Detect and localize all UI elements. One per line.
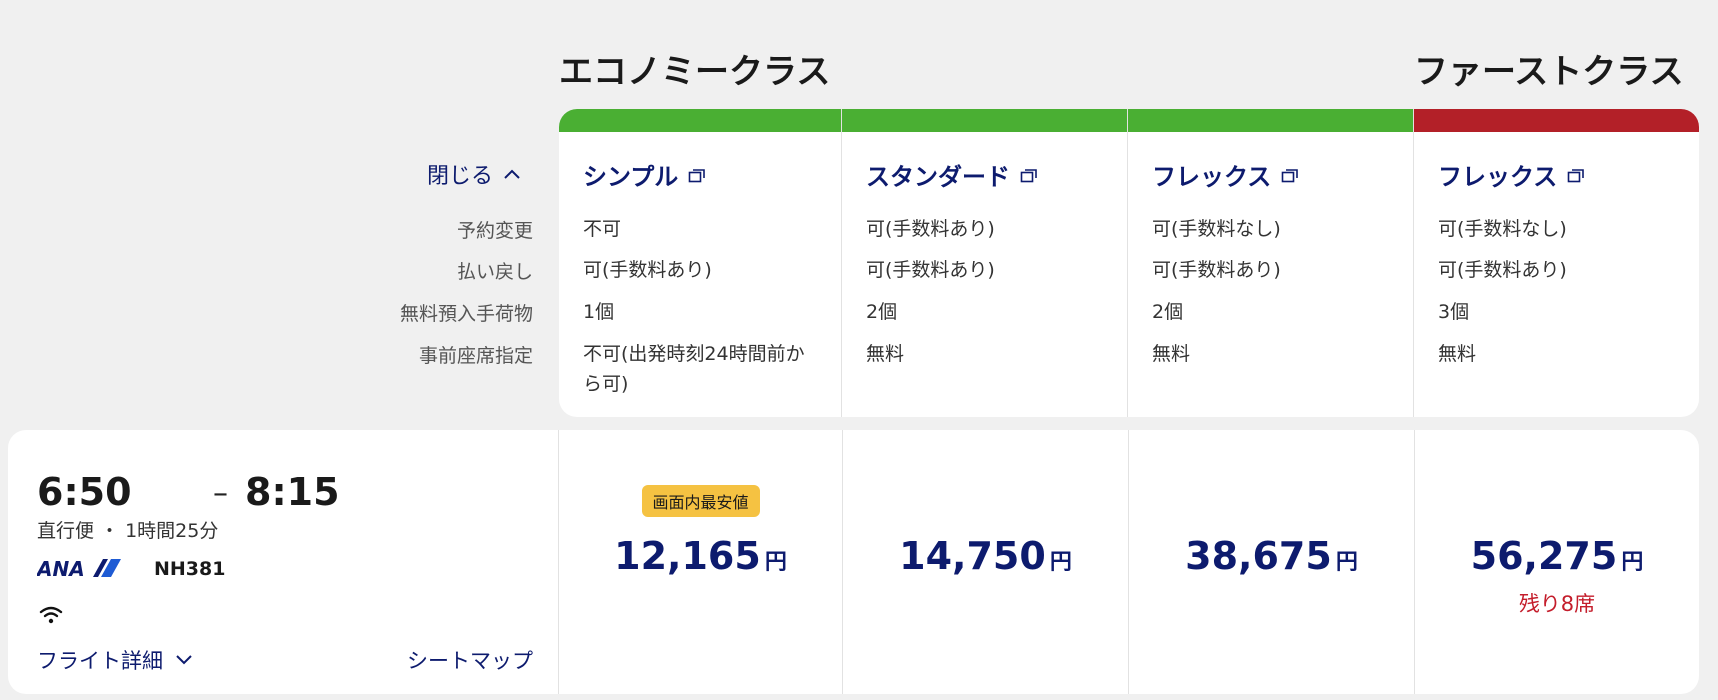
wifi-icon [39,606,63,628]
fare-name-label: フレックス [1438,163,1558,191]
economy-color-bar [559,109,841,132]
price-cell-simple[interactable]: 画面内最安値 12,165 円 [559,430,843,694]
fare-baggage-value: 3個 [1438,301,1470,323]
flight-number: NH381 [154,558,226,580]
row-label-change: 予約変更 [456,220,533,242]
external-window-icon [1020,168,1037,182]
economy-color-bar [842,109,1127,132]
fare-name-label: スタンダード [866,163,1010,191]
price-currency: 円 [1049,550,1072,575]
economy-class-heading: エコノミークラス [559,52,831,92]
row-label-seat: 事前座席指定 [418,345,533,367]
fare-column-flex-first: フレックス 可(手数料なし) 可(手数料あり) 3個 無料 [1414,109,1699,417]
fare-refund-value: 可(手数料あり) [583,259,712,281]
fare-baggage-value: 2個 [866,301,898,323]
price-amount: 56,275 [1470,534,1618,578]
fare-seat-value: 不可(出発時刻24時間前から可) [583,343,805,395]
fare-price: 12,165 円 [559,534,842,578]
price-amount: 14,750 [899,534,1046,578]
price-amount: 38,675 [1185,534,1332,578]
ana-logo: ANA [35,557,123,583]
fare-price: 56,275 円 [1415,534,1699,578]
price-amount: 12,165 [614,534,761,578]
fare-column-flex-economy: フレックス 可(手数料なし) 可(手数料あり) 2個 無料 [1128,109,1414,417]
arrival-time: 8:15 [245,470,340,514]
fare-refund-value: 可(手数料あり) [866,259,995,281]
fare-change-value: 可(手数料あり) [866,218,995,240]
external-window-icon [688,168,706,182]
fare-seat-value: 無料 [1152,343,1191,365]
external-window-icon [1567,168,1585,182]
fare-change-value: 可(手数料なし) [1438,218,1567,240]
fare-name-label: フレックス [1152,163,1272,191]
fare-name-label: シンプル [583,163,679,191]
price-currency: 円 [1335,550,1358,575]
price-currency: 円 [1621,550,1644,575]
close-toggle-button[interactable]: 閉じる [427,158,521,190]
seat-map-link[interactable]: シートマップ [407,645,533,675]
fare-change-value: 不可 [583,218,622,240]
fare-baggage-value: 2個 [1152,301,1184,323]
fare-name-link[interactable]: フレックス [1152,157,1299,192]
lowest-price-badge: 画面内最安値 [641,485,760,517]
fare-price: 14,750 円 [843,534,1128,578]
price-cell-flex-first[interactable]: 56,275 円 残り8席 [1415,430,1699,694]
first-class-heading: ファーストクラス [1414,52,1684,92]
chevron-up-icon [504,169,520,179]
row-label-baggage: 無料預入手荷物 [399,303,533,325]
fare-refund-value: 可(手数料あり) [1438,259,1567,281]
external-window-icon [1281,168,1299,182]
close-toggle-label: 閉じる [427,164,494,189]
fare-name-link[interactable]: フレックス [1438,157,1585,192]
flight-info: 6:50 – 8:15 直行便 ・ 1時間25分 ANA NH381 フライト詳… [8,430,559,694]
seats-remaining-note: 残り8席 [1518,592,1596,616]
price-cell-standard[interactable]: 14,750 円 [843,430,1129,694]
flight-meta: 直行便 ・ 1時間25分 [37,520,219,542]
flight-detail-link[interactable]: フライト詳細 [37,645,193,675]
fare-seat-value: 無料 [866,343,905,365]
fare-refund-value: 可(手数料あり) [1152,259,1281,281]
price-currency: 円 [764,550,787,575]
fare-column-simple: シンプル 不可 可(手数料あり) 1個 不可(出発時刻24時間前から可) [559,109,842,417]
row-label-refund: 払い戻し [456,261,533,283]
economy-color-bar [1128,109,1413,132]
fare-change-value: 可(手数料なし) [1152,218,1281,240]
chevron-down-icon [176,655,192,665]
fare-comparison-table: シンプル 不可 可(手数料あり) 1個 不可(出発時刻24時間前から可) スタン… [559,109,1699,417]
departure-time: 6:50 [37,470,132,514]
time-separator: – [213,476,228,511]
fare-price: 38,675 円 [1129,534,1414,578]
flight-card: 6:50 – 8:15 直行便 ・ 1時間25分 ANA NH381 フライト詳… [8,430,1699,694]
airline-text: ANA [37,557,85,579]
fare-name-link[interactable]: シンプル [583,157,706,192]
flight-detail-label: フライト詳細 [37,649,163,673]
first-color-bar [1414,109,1699,132]
price-cell-flex-economy[interactable]: 38,675 円 [1129,430,1415,694]
fare-baggage-value: 1個 [583,301,615,323]
fare-name-link[interactable]: スタンダード [866,157,1038,192]
fare-column-standard: スタンダード 可(手数料あり) 可(手数料あり) 2個 無料 [842,109,1128,417]
fare-seat-value: 無料 [1438,343,1477,365]
